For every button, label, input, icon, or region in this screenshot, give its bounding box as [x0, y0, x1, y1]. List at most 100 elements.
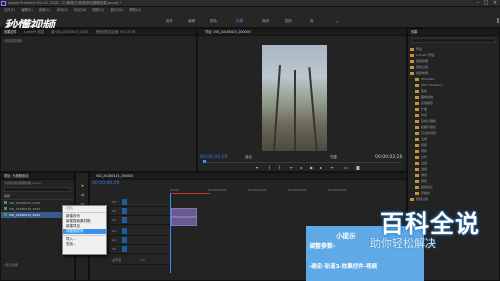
- watermark-slogan: 助你轻松解决: [370, 237, 436, 250]
- effects-item[interactable]: 沉浸式视频: [415, 131, 436, 135]
- tab-timeline-sequence[interactable]: VID_20180415_200000: [93, 173, 136, 179]
- selection-count: 1项已选择: [4, 263, 18, 267]
- tab-audio-clip-mixer[interactable]: 音频剪辑混合器: VID_2018: [93, 29, 139, 35]
- maximize-icon[interactable]: □: [482, 0, 490, 7]
- effects-item[interactable]: 扩曲: [415, 107, 427, 111]
- out-point-icon[interactable]: }: [278, 165, 281, 170]
- export-frame-icon[interactable]: ◙: [356, 165, 360, 170]
- tip-line: 调整参数-: [309, 243, 336, 250]
- video-preview: [262, 45, 327, 151]
- go-to-out-icon[interactable]: ⇥: [330, 165, 333, 170]
- lift-icon[interactable]: ▭: [344, 165, 348, 170]
- playhead-icon[interactable]: [203, 160, 206, 163]
- master-volume-value[interactable]: 0.0: [140, 258, 145, 262]
- step-forward-icon[interactable]: ▸: [320, 165, 322, 170]
- project-search-input[interactable]: [4, 187, 71, 192]
- effects-item[interactable]: 模糊与锐化: [415, 125, 436, 129]
- track-header-v3[interactable]: V3: [110, 198, 170, 207]
- tree-trunk: [273, 65, 281, 151]
- effects-item[interactable]: 风格化: [415, 191, 430, 195]
- effects-item[interactable]: 键控: [415, 179, 427, 183]
- track-header-v2[interactable]: V2: [110, 207, 170, 216]
- timeline-tab-row: VID_20180415_200000: [90, 173, 406, 180]
- target-toggle-icon[interactable]: [122, 228, 127, 234]
- timeline-playhead[interactable]: [170, 193, 171, 273]
- effects-item[interactable]: GPU Transition: [415, 83, 443, 87]
- effects-item[interactable]: 过渡: [415, 161, 427, 165]
- workspace-bar: [0, 13, 500, 28]
- workspace-tab-audio[interactable]: 音频: [262, 19, 269, 24]
- effects-item[interactable]: Lumetri 预设: [410, 53, 435, 57]
- track-header-a2[interactable]: A2: [110, 236, 170, 245]
- tab-lumetri-scopes[interactable]: Lumetri 范围: [21, 29, 47, 35]
- tab-source[interactable]: 源:VID_20180415_2000: [48, 29, 91, 35]
- effects-item[interactable]: Obsolete: [415, 77, 434, 81]
- tab-effect-controls[interactable]: 效果控件: [1, 29, 20, 35]
- minimize-icon[interactable]: –: [474, 0, 482, 7]
- step-back-icon[interactable]: ◂: [300, 165, 302, 170]
- tab-effects[interactable]: 效果: [408, 29, 420, 35]
- workspace-more-icon[interactable]: [497, 18, 499, 23]
- program-scrubber[interactable]: [203, 162, 401, 163]
- track-select-icon[interactable]: ⇉: [79, 191, 86, 198]
- play-icon[interactable]: ▶: [310, 165, 313, 170]
- track-header-v1[interactable]: V1: [110, 216, 170, 225]
- effects-item[interactable]: 调整: [415, 149, 427, 153]
- fit-dropdown[interactable]: 适合: [245, 155, 252, 160]
- workspace-tab-color[interactable]: 颜色: [210, 19, 217, 24]
- effects-item[interactable]: 生成: [415, 137, 427, 141]
- effects-item[interactable]: 通道: [415, 173, 427, 177]
- effects-item[interactable]: 视频效果: [410, 71, 428, 75]
- effects-item[interactable]: 杂色与颗粒: [415, 119, 436, 123]
- quality-dropdown[interactable]: 完整: [330, 155, 337, 160]
- tip-title: 小提示: [336, 232, 356, 240]
- timeline-timecode[interactable]: 00;00;00;00: [92, 181, 119, 186]
- target-toggle-icon[interactable]: [122, 199, 127, 205]
- workspace-tab-assembly[interactable]: 组件: [166, 19, 173, 24]
- effects-item[interactable]: 变换: [415, 89, 427, 93]
- tab-program[interactable]: 节目: VID_20180415_200000: [202, 29, 254, 35]
- context-menu-paste[interactable]: 粘贴: [63, 206, 106, 211]
- work-area-bar[interactable]: [170, 193, 210, 194]
- effects-item[interactable]: 音频过渡: [410, 65, 428, 69]
- effects-item[interactable]: 音频效果: [410, 59, 428, 63]
- effects-item[interactable]: 图像控制: [415, 95, 433, 99]
- video-clip[interactable]: [171, 208, 197, 217]
- target-toggle-icon[interactable]: [122, 237, 127, 243]
- workspace-tab-libraries[interactable]: 库: [310, 19, 314, 24]
- effects-search-input[interactable]: [411, 38, 496, 43]
- column-header-name[interactable]: 名称: [1, 193, 74, 200]
- workspace-tab-graphics[interactable]: 图形: [285, 19, 292, 24]
- track-header-a1[interactable]: A1: [110, 227, 170, 236]
- context-menu-item[interactable]: 查找...: [63, 242, 106, 247]
- selection-tool-icon[interactable]: ➤: [79, 182, 86, 189]
- workspace-more-icon[interactable]: »: [336, 19, 338, 24]
- target-toggle-icon[interactable]: [122, 217, 127, 223]
- project-file-name: 为视频添加模糊效果.prproj: [4, 181, 41, 185]
- effects-item[interactable]: 时间: [415, 113, 427, 117]
- in-point-icon[interactable]: {: [268, 165, 271, 170]
- ruler-tick-label: 00;00;05;00: [208, 188, 227, 192]
- target-toggle-icon[interactable]: [122, 246, 127, 252]
- go-to-in-icon[interactable]: ⇤: [290, 165, 293, 170]
- target-toggle-icon[interactable]: [122, 208, 127, 214]
- clip-color-icon: [4, 207, 7, 210]
- marker-icon[interactable]: ▾: [256, 165, 258, 170]
- track-header-a3[interactable]: A3: [110, 245, 170, 254]
- context-menu-item-adjustment-layer[interactable]: 调整图层项: [63, 229, 106, 234]
- premiere-app-icon: [1, 1, 6, 6]
- effects-item[interactable]: 过时: [415, 155, 427, 159]
- effects-item[interactable]: 实用程序: [415, 101, 433, 105]
- workspace-tab-effects[interactable]: 效果: [236, 19, 243, 24]
- track-header-master[interactable]: 主声道 0.0: [110, 256, 170, 265]
- tab-project[interactable]: 项目: 为视频添加: [1, 173, 31, 179]
- close-icon[interactable]: ×: [491, 0, 499, 7]
- ruler-tick-label: 00;00: [170, 188, 179, 192]
- effects-item[interactable]: 透视: [415, 167, 427, 171]
- video-clip[interactable]: [171, 217, 197, 226]
- window-title: Adobe Premiere Pro CC 2018 - D:\教程\为视频添加…: [8, 1, 122, 5]
- effects-item[interactable]: 颜色校正: [415, 185, 433, 189]
- effects-item[interactable]: 预设: [410, 47, 422, 51]
- workspace-tab-editing[interactable]: 编辑: [188, 19, 195, 24]
- effects-item[interactable]: 视频: [415, 143, 427, 147]
